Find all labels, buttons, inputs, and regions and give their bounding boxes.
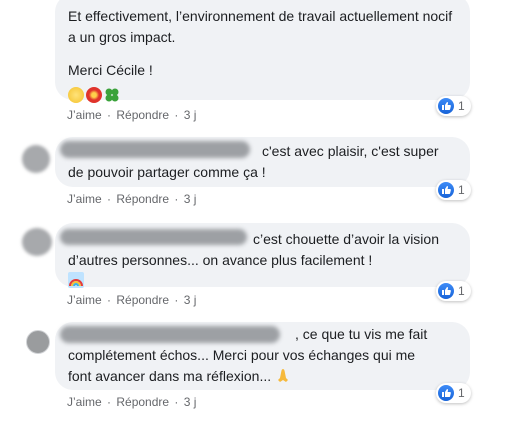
reply-link[interactable]: Répondre — [116, 395, 169, 409]
like-reaction-icon — [438, 182, 454, 198]
comment-actions: J’aime · Répondre · 3 j — [67, 192, 197, 206]
reaction-count-label: 1 — [458, 284, 465, 298]
reaction-count[interactable]: 1 — [436, 180, 471, 200]
avatar[interactable] — [26, 330, 50, 354]
like-reaction-icon — [438, 283, 454, 299]
redacted-name — [60, 141, 250, 158]
comment-actions: J’aime · Répondre · 3 j — [67, 395, 197, 409]
comment-text: Et effectivement, l’environnement de tra… — [68, 8, 453, 45]
hibiscus-emoji — [86, 87, 102, 103]
avatar[interactable] — [22, 228, 52, 256]
reply-link[interactable]: Répondre — [116, 293, 169, 307]
comment-text: Merci Cécile ! — [68, 62, 153, 78]
rainbow-emoji — [68, 272, 84, 288]
reaction-count[interactable]: 1 — [436, 96, 471, 116]
comment-text: de pouvoir partager comme ça ! — [68, 164, 266, 180]
like-link[interactable]: J’aime — [67, 192, 102, 206]
folded-hands-emoji — [275, 367, 291, 383]
reaction-count-label: 1 — [458, 99, 465, 113]
avatar[interactable] — [22, 145, 50, 173]
like-reaction-icon — [438, 385, 454, 401]
reply-link[interactable]: Répondre — [116, 108, 169, 122]
redacted-name — [60, 326, 280, 343]
reaction-count[interactable]: 1 — [436, 281, 471, 301]
like-reaction-icon — [438, 98, 454, 114]
comment-text: d’autres personnes... on avance plus fac… — [68, 252, 373, 268]
timestamp[interactable]: 3 j — [184, 395, 197, 409]
comment-actions: J’aime · Répondre · 3 j — [67, 108, 197, 122]
reaction-count[interactable]: 1 — [436, 383, 471, 403]
like-link[interactable]: J’aime — [67, 293, 102, 307]
reply-link[interactable]: Répondre — [116, 192, 169, 206]
comment-text: font avancer dans ma réflexion... — [68, 366, 457, 387]
comment-actions: J’aime · Répondre · 3 j — [67, 293, 197, 307]
emoji-row — [68, 87, 457, 103]
comment-text: complétement échos... Merci pour vos éch… — [68, 347, 416, 363]
reaction-count-label: 1 — [458, 183, 465, 197]
timestamp[interactable]: 3 j — [184, 293, 197, 307]
like-link[interactable]: J’aime — [67, 108, 102, 122]
four-leaf-clover-emoji — [104, 87, 120, 103]
sun-emoji — [68, 87, 84, 103]
reaction-count-label: 1 — [458, 386, 465, 400]
comment-bubble-1: Et effectivement, l’environnement de tra… — [55, 0, 470, 103]
redacted-name — [60, 229, 247, 245]
timestamp[interactable]: 3 j — [184, 192, 197, 206]
timestamp[interactable]: 3 j — [184, 108, 197, 122]
like-link[interactable]: J’aime — [67, 395, 102, 409]
